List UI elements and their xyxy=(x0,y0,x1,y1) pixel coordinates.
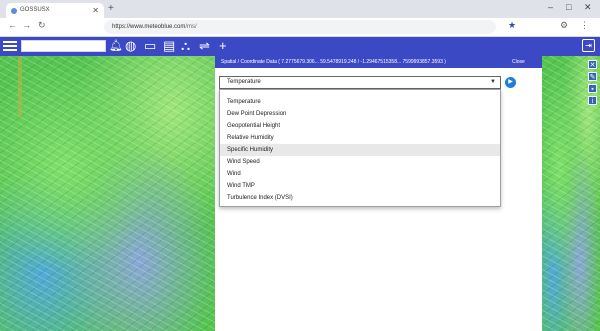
map-layer-icon[interactable]: ▪ xyxy=(588,84,597,93)
browser-tab[interactable]: GOSSUSX ✕ xyxy=(6,3,104,18)
map-edit-icon[interactable]: ✎ xyxy=(588,72,597,81)
option-dew-point-depression[interactable]: Dew Point Depression xyxy=(220,108,500,120)
new-tab-icon[interactable]: + xyxy=(108,3,114,14)
extensions-icon[interactable]: ⚙ xyxy=(560,20,568,31)
option-relative-humidity[interactable]: Relative Humidity xyxy=(220,132,500,144)
panel-header: Spatial / Coordinate Data ( 7.2775679.30… xyxy=(215,56,542,68)
window-icon[interactable]: ▭ xyxy=(144,38,156,54)
menu-icon[interactable] xyxy=(3,39,17,53)
layers-icon[interactable]: ⛬ xyxy=(181,38,190,54)
browser-menu-icon[interactable]: ⋮ xyxy=(580,20,589,31)
reload-icon[interactable]: ↻ xyxy=(38,20,46,31)
chevron-down-icon: ▼ xyxy=(490,79,496,85)
option-temperature[interactable]: Temperature xyxy=(220,96,500,108)
maximize-icon[interactable]: □ xyxy=(566,2,571,12)
plus-icon[interactable]: + xyxy=(219,38,227,54)
globe-icon[interactable]: ◍ xyxy=(125,38,136,54)
back-icon[interactable]: ← xyxy=(8,20,17,30)
address-bar[interactable]: https://www.meteoblue.com/ms/ xyxy=(104,20,496,34)
weather-map-left[interactable] xyxy=(0,56,215,331)
star-icon[interactable]: ★ xyxy=(508,20,516,31)
forward-icon[interactable]: → xyxy=(22,20,31,30)
map-info-icon[interactable]: i xyxy=(588,96,597,105)
search-input[interactable] xyxy=(21,40,106,52)
bell-icon[interactable]: 🔔︎ xyxy=(109,38,123,54)
option-specific-humidity[interactable]: Specific Humidity xyxy=(220,144,500,156)
option-wind-tmp[interactable]: Wind TMP xyxy=(220,180,500,192)
expand-icon[interactable]: ⇥ xyxy=(582,39,595,52)
globe-favicon-icon xyxy=(11,8,17,14)
url-path: /ms/ xyxy=(185,24,197,30)
close-window-icon[interactable]: ✕ xyxy=(584,2,592,13)
option-wind[interactable]: Wind xyxy=(220,168,500,180)
close-tab-icon[interactable]: ✕ xyxy=(92,6,99,15)
play-button[interactable]: ▶ xyxy=(505,77,516,88)
option-turbulence-index[interactable]: Turbulence Index (DVSI) xyxy=(220,192,500,204)
url-host: https://www.meteoblue.com xyxy=(112,24,186,30)
tab-title: GOSSUSX xyxy=(20,7,50,13)
selected-value: Temperature xyxy=(227,79,261,85)
close-button[interactable]: Close xyxy=(512,56,525,68)
variable-select[interactable]: Temperature ▼ xyxy=(219,76,501,89)
minimize-icon[interactable]: – xyxy=(548,2,553,12)
route-icon[interactable]: ⇌ xyxy=(199,38,210,54)
option-geopotential-height[interactable]: Geopotential Height xyxy=(220,120,500,132)
option-wind-speed[interactable]: Wind Speed xyxy=(220,156,500,168)
document-icon[interactable]: ▤ xyxy=(163,38,175,54)
variable-dropdown-list: Temperature Dew Point Depression Geopote… xyxy=(219,89,501,207)
map-coastline xyxy=(18,56,22,116)
map-close-icon[interactable]: ✕ xyxy=(588,60,597,69)
